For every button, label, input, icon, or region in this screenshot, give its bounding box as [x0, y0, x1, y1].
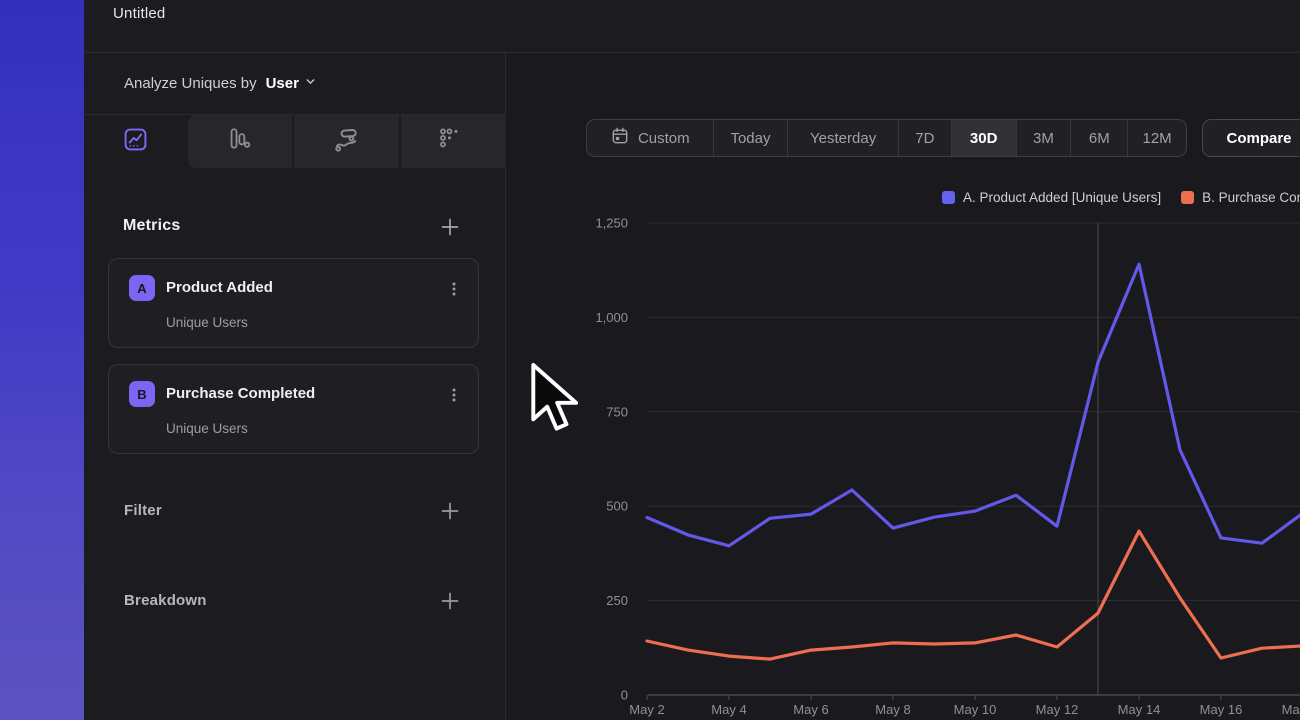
metric-badge-a: A [129, 275, 155, 301]
line-chart-icon [122, 126, 149, 158]
plus-icon [439, 600, 461, 615]
analyze-entity-dropdown[interactable]: User [266, 75, 317, 92]
plus-icon [439, 226, 461, 241]
tabstrip-divider [399, 115, 401, 168]
date-range-control: Custom Today Yesterday 7D 30D 3M 6M 12M [586, 119, 1187, 157]
svg-text:May 2: May 2 [629, 702, 664, 717]
svg-text:May 4: May 4 [711, 702, 746, 717]
metric-title: Purchase Completed [166, 385, 315, 402]
breakdown-section-label: Breakdown [124, 592, 207, 609]
top-bar: Untitled [84, 0, 1300, 53]
analyze-row: Analyze Uniques by User [124, 53, 317, 114]
calendar-icon [610, 126, 630, 150]
plus-icon [439, 510, 461, 525]
report-title[interactable]: Untitled [113, 5, 165, 22]
range-12m[interactable]: 12M [1128, 120, 1186, 156]
svg-text:500: 500 [606, 499, 628, 514]
tab-flows[interactable] [319, 115, 373, 168]
range-label: 12M [1143, 130, 1172, 147]
range-6m[interactable]: 6M [1071, 120, 1128, 156]
bar-chart-icon [227, 126, 253, 157]
svg-text:May 18: May 18 [1282, 702, 1300, 717]
add-metric-button[interactable] [439, 216, 461, 238]
svg-text:1,250: 1,250 [595, 216, 628, 231]
tab-funnels-bar-chart[interactable] [213, 115, 267, 168]
legend-label: B. Purchase Completed [Unique Users] [1202, 190, 1300, 205]
add-filter-button[interactable] [439, 500, 461, 522]
metric-card-b[interactable]: B Purchase Completed Unique Users [108, 364, 479, 454]
tabstrip-divider [292, 115, 294, 168]
metric-badge-b: B [129, 381, 155, 407]
metric-subtitle: Unique Users [166, 315, 248, 330]
legend-label: A. Product Added [Unique Users] [963, 190, 1161, 205]
range-label: 6M [1089, 130, 1110, 147]
add-breakdown-button[interactable] [439, 590, 461, 612]
svg-text:750: 750 [606, 404, 628, 419]
svg-text:0: 0 [621, 688, 628, 703]
range-30d[interactable]: 30D [952, 120, 1017, 156]
filter-section-label: Filter [124, 502, 162, 519]
dots-grid-icon [437, 126, 463, 157]
svg-text:250: 250 [606, 593, 628, 608]
range-custom[interactable]: Custom [587, 120, 714, 156]
metric-title: Product Added [166, 279, 273, 296]
flows-icon [333, 126, 360, 158]
analyze-label: Analyze Uniques by [124, 75, 257, 92]
metric-options-kebab-icon[interactable] [446, 281, 462, 297]
range-label: Custom [638, 130, 690, 147]
legend-swatch [1181, 191, 1194, 204]
chart-legend: A. Product Added [Unique Users] B. Purcha… [942, 190, 1300, 205]
metrics-section-label: Metrics [123, 217, 180, 235]
metric-options-kebab-icon[interactable] [446, 387, 462, 403]
chart-panel: May 2 May 4 May 6 May 8 May 10 May 12 May 14 Ma… [506, 53, 1300, 720]
legend-item[interactable]: A. Product Added [Unique Users] [942, 190, 1161, 205]
svg-text:1,000: 1,000 [595, 310, 628, 325]
left-accent-strip [0, 0, 84, 720]
metric-subtitle: Unique Users [166, 421, 248, 436]
tab-insights-line-chart[interactable] [108, 115, 162, 168]
chevron-down-icon [304, 75, 317, 92]
svg-text:May 14: May 14 [1118, 702, 1161, 717]
svg-text:May 16: May 16 [1200, 702, 1243, 717]
analyze-entity-value: User [266, 75, 299, 92]
legend-item[interactable]: B. Purchase Completed [Unique Users] [1181, 190, 1300, 205]
query-sidebar: Analyze Uniques by User [84, 53, 506, 720]
legend-swatch [942, 191, 955, 204]
range-7d[interactable]: 7D [899, 120, 952, 156]
range-yesterday[interactable]: Yesterday [788, 120, 899, 156]
compare-button[interactable]: Compare [1202, 119, 1300, 157]
range-label: 30D [970, 130, 998, 147]
range-label: 3M [1033, 130, 1054, 147]
app-root: Untitled Analyze Uniques by User [0, 0, 1300, 720]
range-label: 7D [915, 130, 934, 147]
svg-text:May 10: May 10 [954, 702, 997, 717]
range-label: Today [730, 130, 770, 147]
range-3m[interactable]: 3M [1017, 120, 1072, 156]
range-label: Yesterday [810, 130, 876, 147]
tab-retention-dots[interactable] [423, 115, 477, 168]
svg-text:May 6: May 6 [793, 702, 828, 717]
svg-text:May 12: May 12 [1036, 702, 1079, 717]
range-today[interactable]: Today [714, 120, 789, 156]
metric-card-a[interactable]: A Product Added Unique Users [108, 258, 479, 348]
svg-text:May 8: May 8 [875, 702, 910, 717]
